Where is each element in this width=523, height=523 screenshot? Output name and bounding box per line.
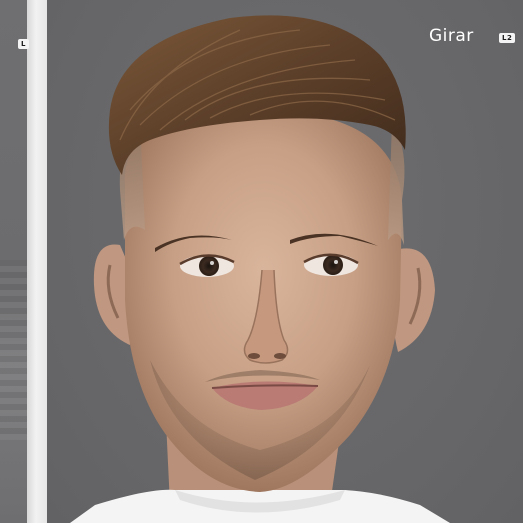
left-nostril bbox=[248, 353, 260, 359]
right-eye-highlight bbox=[334, 260, 338, 264]
right-nostril bbox=[274, 353, 286, 359]
player-face-icon[interactable] bbox=[0, 0, 523, 523]
l-button-badge[interactable]: L bbox=[18, 39, 29, 49]
left-iris bbox=[199, 256, 219, 276]
l2-button-badge[interactable]: L2 bbox=[499, 33, 516, 43]
right-iris bbox=[323, 255, 343, 275]
rotate-camera-label: Girar bbox=[429, 26, 474, 46]
face-editor-viewport: L Girar L2 bbox=[0, 0, 523, 523]
left-eye-highlight bbox=[210, 261, 214, 265]
